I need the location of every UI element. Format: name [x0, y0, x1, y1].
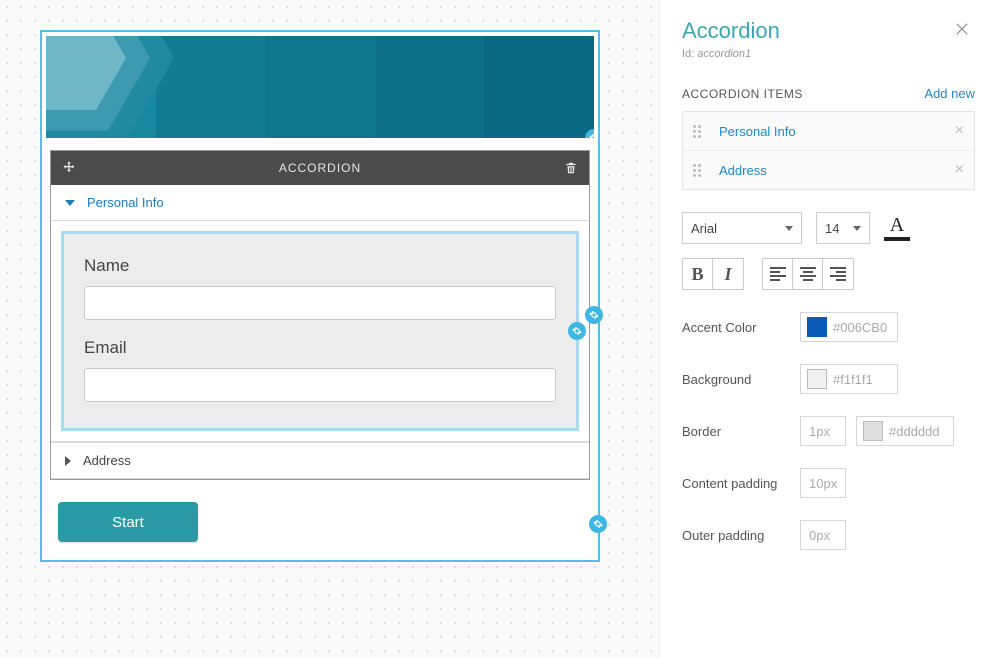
- widget-title: ACCORDION: [79, 161, 561, 175]
- background-hex-field[interactable]: [833, 372, 891, 387]
- accent-hex-field[interactable]: [833, 320, 891, 335]
- list-item[interactable]: Address ×: [683, 151, 974, 189]
- color-swatch[interactable]: [807, 369, 827, 389]
- accordion-widget[interactable]: ACCORDION Personal Info Name: [50, 150, 590, 480]
- header-image-block[interactable]: [46, 36, 594, 138]
- prop-label: Outer padding: [682, 528, 790, 543]
- page-selection-frame[interactable]: ACCORDION Personal Info Name: [40, 30, 600, 562]
- trash-icon[interactable]: [561, 158, 581, 178]
- prop-label: Content padding: [682, 476, 790, 491]
- button-block[interactable]: Start: [42, 488, 598, 560]
- chevron-right-icon: [65, 456, 71, 466]
- font-color-button[interactable]: A: [884, 215, 910, 241]
- text-align-group: [762, 258, 854, 290]
- size-value: 14: [825, 221, 839, 236]
- panel-title: Accordion: [682, 18, 780, 44]
- border-color-input[interactable]: [856, 416, 954, 446]
- align-center-button[interactable]: [793, 259, 823, 289]
- prop-label: Background: [682, 372, 790, 387]
- font-value: Arial: [691, 221, 717, 236]
- field-label: Email: [84, 338, 556, 358]
- delete-icon[interactable]: ×: [955, 122, 964, 140]
- gear-icon[interactable]: [568, 322, 586, 340]
- chevron-down-icon: [853, 226, 861, 231]
- border-width-field[interactable]: [800, 416, 846, 446]
- field-label: Name: [84, 256, 556, 276]
- item-label[interactable]: Address: [719, 163, 943, 178]
- email-field[interactable]: [84, 368, 556, 402]
- border-hex-field[interactable]: [889, 424, 947, 439]
- widget-titlebar[interactable]: ACCORDION: [51, 151, 589, 185]
- chevron-down-icon: [65, 200, 75, 206]
- item-label[interactable]: Personal Info: [719, 124, 943, 139]
- section-header: ACCORDION ITEMS: [682, 87, 803, 101]
- add-new-button[interactable]: Add new: [924, 86, 975, 101]
- drag-handle-icon[interactable]: [693, 125, 707, 138]
- drag-handle-icon[interactable]: [693, 164, 707, 177]
- design-canvas[interactable]: ACCORDION Personal Info Name: [0, 0, 659, 658]
- widget-id: Id: accordion1: [682, 48, 780, 60]
- align-right-button[interactable]: [823, 259, 853, 289]
- bold-button[interactable]: B: [683, 259, 713, 289]
- outer-padding-field[interactable]: [800, 520, 846, 550]
- close-icon[interactable]: [949, 18, 975, 44]
- section-inner-selection[interactable]: Name Email: [61, 231, 579, 431]
- background-color-input[interactable]: [800, 364, 898, 394]
- font-size-select[interactable]: 14: [816, 212, 870, 244]
- prop-label: Accent Color: [682, 320, 790, 335]
- delete-icon[interactable]: ×: [955, 161, 964, 179]
- chevron-down-icon: [785, 226, 793, 231]
- text-style-group: B I: [682, 258, 744, 290]
- content-padding-field[interactable]: [800, 468, 846, 498]
- accordion-items-list: Personal Info × Address ×: [682, 111, 975, 190]
- id-label: Id:: [682, 48, 694, 60]
- color-swatch[interactable]: [807, 317, 827, 337]
- align-left-button[interactable]: [763, 259, 793, 289]
- accordion-section-header[interactable]: Address: [51, 442, 589, 479]
- move-icon[interactable]: [59, 158, 79, 178]
- font-family-select[interactable]: Arial: [682, 212, 802, 244]
- accordion-section-header[interactable]: Personal Info: [51, 185, 589, 221]
- section-label: Personal Info: [87, 195, 164, 210]
- italic-button[interactable]: I: [713, 259, 743, 289]
- accent-color-input[interactable]: [800, 312, 898, 342]
- color-swatch[interactable]: [863, 421, 883, 441]
- name-field[interactable]: [84, 286, 556, 320]
- list-item[interactable]: Personal Info ×: [683, 112, 974, 151]
- id-value: accordion1: [697, 48, 751, 60]
- font-color-icon: A: [890, 215, 904, 235]
- gear-icon[interactable]: [589, 515, 607, 533]
- gear-icon[interactable]: [585, 306, 603, 324]
- prop-label: Border: [682, 424, 790, 439]
- section-label: Address: [83, 453, 131, 468]
- properties-panel: Accordion Id: accordion1 ACCORDION ITEMS…: [659, 0, 997, 658]
- accordion-section-body: Name Email: [51, 221, 589, 442]
- start-button[interactable]: Start: [58, 502, 198, 542]
